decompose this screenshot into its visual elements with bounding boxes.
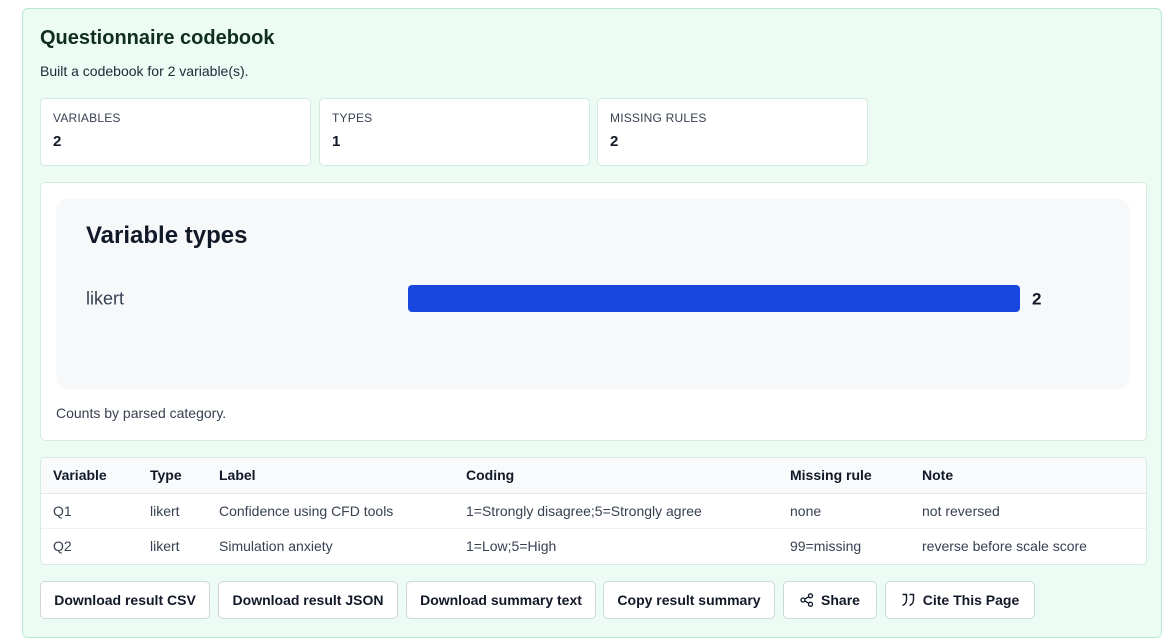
cell-type: likert <box>150 537 180 554</box>
stat-value: 2 <box>53 133 62 150</box>
cell-coding: 1=Strongly disagree;5=Strongly agree <box>454 493 778 529</box>
column-header-variable: Variable <box>41 458 138 494</box>
download-summary-button[interactable]: Download summary text <box>406 581 596 619</box>
share-icon <box>800 593 814 607</box>
copy-summary-button[interactable]: Copy result summary <box>603 581 775 619</box>
cite-label: Cite This Page <box>922 592 1020 608</box>
bar <box>408 285 1020 312</box>
cell-note: not reversed <box>910 493 1146 529</box>
category-label: likert <box>86 289 124 309</box>
table-row: Q1 likert Confidence using CFD tools 1=S… <box>41 493 1146 529</box>
column-header-type: Type <box>138 458 207 494</box>
table-header-row: Variable Type Label Coding Missing rule … <box>41 458 1146 494</box>
column-header-coding: Coding <box>454 458 778 494</box>
cell-variable: Q2 <box>53 537 72 554</box>
cell-note: reverse before scale score <box>922 537 1087 554</box>
share-button[interactable]: Share <box>783 581 877 619</box>
cell-missing-rule: none <box>778 493 910 529</box>
codebook-table: Variable Type Label Coding Missing rule … <box>40 457 1147 565</box>
cell-missing-rule: 99=missing <box>790 537 862 554</box>
stat-label: TYPES <box>332 111 373 125</box>
stat-missing-rules: MISSING RULES 2 <box>597 98 868 166</box>
cite-button[interactable]: Cite This Page <box>885 581 1035 619</box>
page-title: Questionnaire codebook <box>40 27 275 49</box>
bar-value-label: 2 <box>1032 290 1041 309</box>
stat-value: 2 <box>610 133 619 150</box>
download-csv-button[interactable]: Download result CSV <box>40 581 210 619</box>
stat-label: VARIABLES <box>53 111 121 125</box>
share-label: Share <box>821 592 860 608</box>
stat-variables: VARIABLES 2 <box>40 98 311 166</box>
column-header-label: Label <box>207 458 454 494</box>
chart-caption: Counts by parsed category. <box>56 405 227 421</box>
stat-value: 1 <box>332 133 341 150</box>
cell-variable: Q1 <box>41 493 138 529</box>
cell-coding: 1=Low;5=High <box>466 537 557 554</box>
column-header-note: Note <box>910 458 1146 494</box>
codebook-panel: Questionnaire codebook Built a codebook … <box>22 8 1162 638</box>
stat-label: MISSING RULES <box>610 111 707 125</box>
download-json-button[interactable]: Download result JSON <box>218 581 398 619</box>
cell-label: Simulation anxiety <box>219 537 333 554</box>
quote-icon <box>901 593 914 607</box>
chart-area: Variable types likert 2 <box>56 199 1130 389</box>
variable-types-chart: Variable types likert 2 <box>86 222 1041 312</box>
cell-type: likert <box>138 493 207 529</box>
stat-types: TYPES 1 <box>319 98 590 166</box>
cell-label: Confidence using CFD tools <box>207 493 454 529</box>
chart-card: Variable types likert 2 Counts by parsed … <box>40 182 1147 441</box>
column-header-missing-rule: Missing rule <box>778 458 910 494</box>
page-subtitle: Built a codebook for 2 variable(s). <box>40 63 249 79</box>
table-row: Q2 likert Simulation anxiety 1=Low;5=Hig… <box>41 528 1146 563</box>
bar-group: likert 2 <box>86 285 1041 312</box>
chart-title: Variable types <box>86 222 247 249</box>
